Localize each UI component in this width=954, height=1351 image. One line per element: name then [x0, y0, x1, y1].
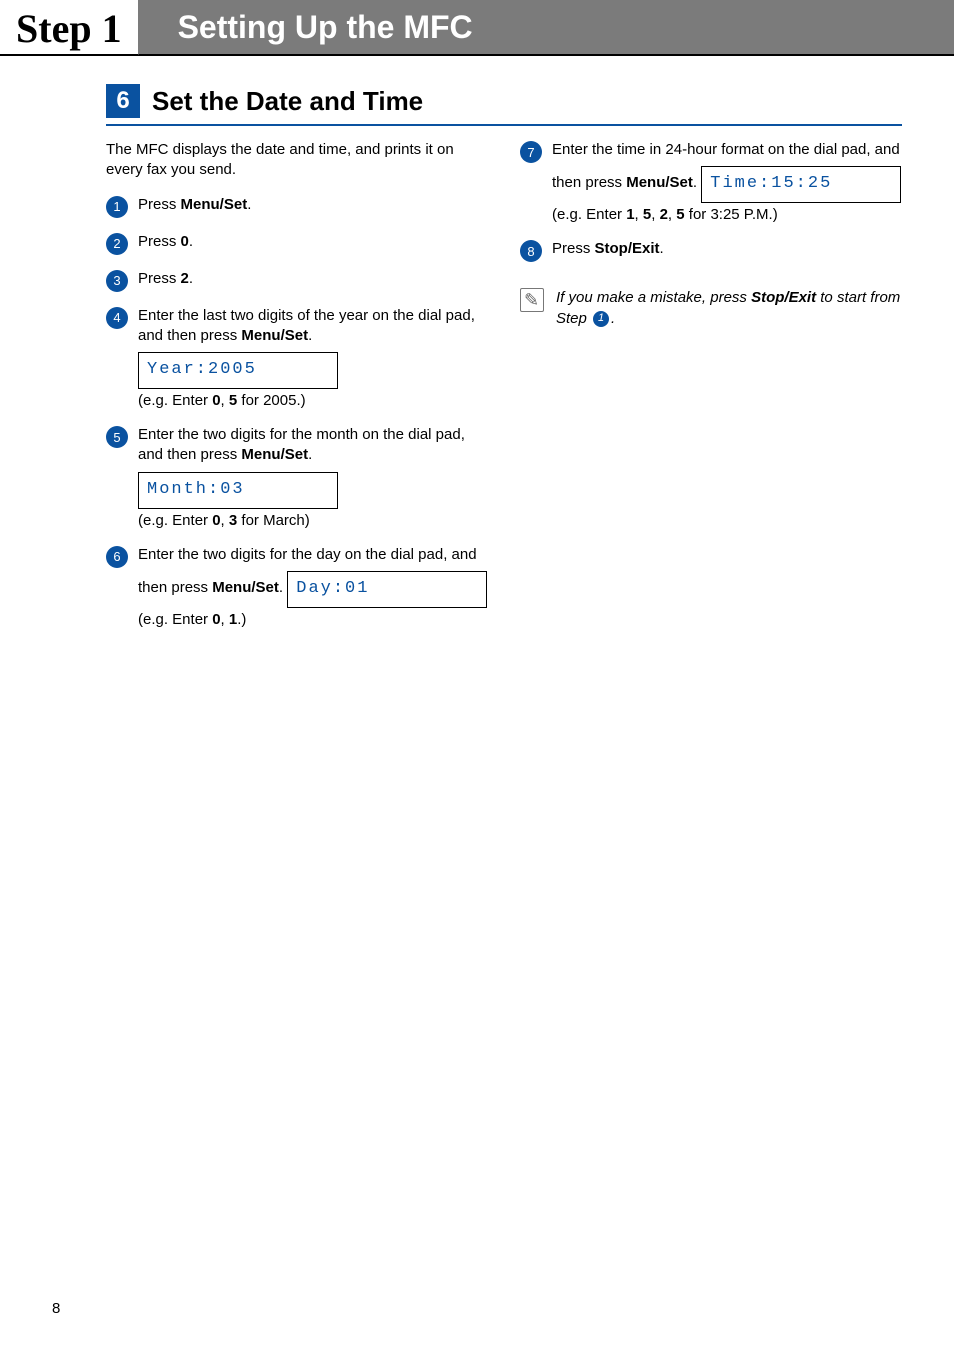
bold-text: Menu/Set [241, 446, 308, 463]
text: . [189, 270, 193, 287]
step-number-bullet: 5 [106, 426, 128, 448]
page-header: Step 1 Setting Up the MFC [0, 0, 954, 56]
step-item: 1 Press Menu/Set. [106, 195, 488, 218]
bold-text: 2 [181, 270, 189, 287]
text: (e.g. Enter [138, 611, 212, 628]
lcd-display: Time:15:25 [701, 166, 901, 203]
step-text: Press 0. [138, 232, 488, 252]
step-item: 4 Enter the last two digits of the year … [106, 306, 488, 412]
lcd-display: Month:03 [138, 472, 338, 509]
step-text: Enter the two digits for the month on th… [138, 425, 488, 531]
text: Press [552, 240, 595, 257]
intro-text: The MFC displays the date and time, and … [106, 140, 488, 181]
text: for 3:25 P.M.) [685, 206, 778, 223]
bold-text: 5 [643, 206, 651, 223]
bold-text: 0 [181, 233, 189, 250]
example-text: (e.g. Enter 1, 5, 2, 5 for 3:25 P.M.) [552, 205, 902, 225]
bold-text: Menu/Set [181, 196, 248, 213]
bold-text: 5 [676, 206, 684, 223]
text: for 2005.) [237, 392, 305, 409]
step-number-bullet: 8 [520, 240, 542, 262]
text: . [693, 174, 697, 191]
step-item: 7 Enter the time in 24-hour format on th… [520, 140, 902, 225]
bold-text: 5 [229, 392, 237, 409]
bold-text: 2 [660, 206, 668, 223]
columns: The MFC displays the date and time, and … [106, 140, 902, 644]
section-head: 6 Set the Date and Time [106, 84, 902, 126]
text: . [308, 446, 312, 463]
example-text: (e.g. Enter 0, 5 for 2005.) [138, 391, 488, 411]
step-item: 5 Enter the two digits for the month on … [106, 425, 488, 531]
bold-text: 1 [626, 206, 634, 223]
text: for March) [237, 512, 310, 529]
step-number-bullet: 4 [106, 307, 128, 329]
step-text: Press 2. [138, 269, 488, 289]
page-content: 6 Set the Date and Time The MFC displays… [0, 56, 954, 644]
section-title: Set the Date and Time [152, 86, 423, 117]
note-icon [520, 288, 544, 312]
text: , [635, 206, 643, 223]
text: . [611, 310, 615, 327]
step-item: 3 Press 2. [106, 269, 488, 292]
header-title: Setting Up the MFC [178, 9, 473, 46]
text: Press [138, 233, 181, 250]
text: , [651, 206, 659, 223]
note-callout: If you make a mistake, press Stop/Exit t… [520, 288, 902, 329]
text: , [221, 512, 229, 529]
bold-text: Menu/Set [626, 174, 693, 191]
text: , [221, 392, 229, 409]
section-number-box: 6 [106, 84, 140, 118]
text: . [308, 327, 312, 344]
chevron-icon [138, 0, 162, 55]
bold-text: 0 [212, 392, 220, 409]
text: . [189, 233, 193, 250]
bold-text: 1 [229, 611, 237, 628]
text: , [668, 206, 676, 223]
lcd-display: Year:2005 [138, 352, 338, 389]
step-reference-bullet: 1 [593, 311, 609, 327]
bold-text: Stop/Exit [751, 289, 816, 306]
header-title-bar: Setting Up the MFC [138, 0, 954, 54]
bold-text: 0 [212, 611, 220, 628]
example-text: (e.g. Enter 0, 1.) [138, 610, 488, 630]
text: , [221, 611, 229, 628]
step-number-bullet: 1 [106, 196, 128, 218]
text: .) [237, 611, 246, 628]
step-number-bullet: 7 [520, 141, 542, 163]
step-item: 2 Press 0. [106, 232, 488, 255]
text: . [279, 579, 283, 596]
text: . [660, 240, 664, 257]
lcd-display: Day:01 [287, 571, 487, 608]
text: . [247, 196, 251, 213]
step-text: Press Menu/Set. [138, 195, 488, 215]
step-text: Enter the last two digits of the year on… [138, 306, 488, 412]
text: (e.g. Enter [138, 512, 212, 529]
step-text: Press Stop/Exit. [552, 239, 902, 259]
text: Press [138, 196, 181, 213]
text: If you make a mistake, press [556, 289, 751, 306]
step-number-bullet: 6 [106, 546, 128, 568]
step-item: 6 Enter the two digits for the day on th… [106, 545, 488, 630]
text: (e.g. Enter [552, 206, 626, 223]
bold-text: 0 [212, 512, 220, 529]
bold-text: Stop/Exit [595, 240, 660, 257]
step-item: 8 Press Stop/Exit. [520, 239, 902, 262]
step-text: Enter the two digits for the day on the … [138, 545, 488, 630]
step-number-bullet: 2 [106, 233, 128, 255]
example-text: (e.g. Enter 0, 3 for March) [138, 511, 488, 531]
note-text: If you make a mistake, press Stop/Exit t… [556, 288, 902, 329]
step-label: Step 1 [0, 0, 138, 54]
page-number: 8 [52, 1300, 60, 1317]
bold-text: 3 [229, 512, 237, 529]
step-number-bullet: 3 [106, 270, 128, 292]
text: (e.g. Enter [138, 392, 212, 409]
left-column: The MFC displays the date and time, and … [106, 140, 488, 644]
text: Press [138, 270, 181, 287]
bold-text: Menu/Set [212, 579, 279, 596]
bold-text: Menu/Set [241, 327, 308, 344]
step-text: Enter the time in 24-hour format on the … [552, 140, 902, 225]
right-column: 7 Enter the time in 24-hour format on th… [520, 140, 902, 644]
